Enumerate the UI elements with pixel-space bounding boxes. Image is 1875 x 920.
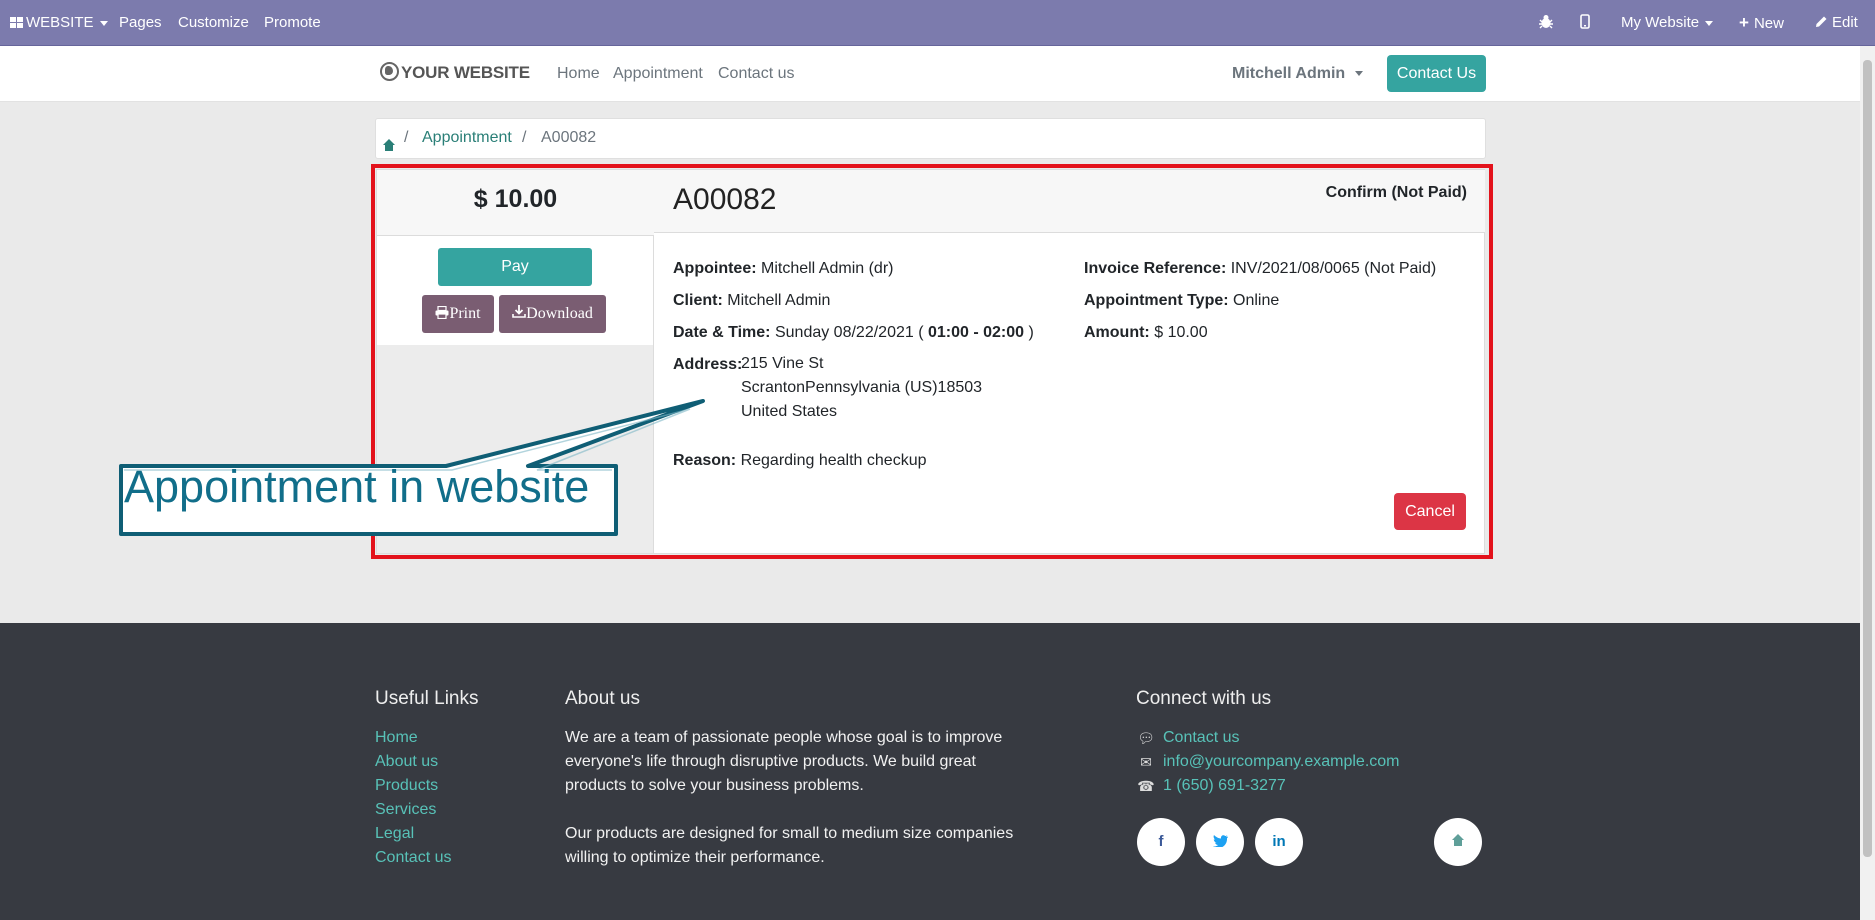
user-name: Mitchell Admin: [1232, 65, 1346, 82]
breadcrumb: / Appointment / A00082: [375, 118, 1486, 159]
website-menu-label: WEBSITE: [26, 14, 94, 31]
bug-icon: [1539, 15, 1553, 29]
linkedin-icon: in: [1272, 833, 1286, 850]
about-text: We are a team of passionate people whose…: [565, 726, 1025, 894]
new-button[interactable]: + New: [1739, 0, 1784, 46]
footer-link-legal[interactable]: Legal: [375, 822, 451, 846]
mobile-icon: [1580, 14, 1590, 29]
debug-button[interactable]: [1539, 0, 1553, 46]
connect-phone-label: 1 (650) 691-3277: [1163, 777, 1286, 794]
about-paragraph: We are a team of passionate people whose…: [565, 729, 1003, 794]
footer-link-about-us[interactable]: About us: [375, 750, 451, 774]
footer-link-products[interactable]: Products: [375, 774, 451, 798]
pencil-icon: [1816, 16, 1827, 27]
nav-home[interactable]: Home: [557, 65, 600, 83]
about-paragraph: Our products are designed for small to m…: [565, 825, 1014, 866]
linkedin-button[interactable]: in: [1255, 818, 1303, 866]
breadcrumb-separator: /: [404, 129, 409, 146]
footer-link-contact-us[interactable]: Contact us: [375, 846, 451, 870]
home-icon: [382, 139, 396, 151]
site-footer: Useful Links Home About us Products Serv…: [0, 623, 1860, 920]
connect-title: Connect with us: [1136, 688, 1272, 709]
facebook-icon: f: [1158, 833, 1164, 850]
promote-menu[interactable]: Promote: [264, 0, 321, 46]
contact-us-button[interactable]: Contact Us: [1387, 55, 1486, 92]
breadcrumb-appointment[interactable]: Appointment: [422, 129, 512, 147]
breadcrumb-current: A00082: [541, 129, 597, 146]
globe-icon: [380, 62, 399, 81]
chevron-down-icon: [1705, 20, 1714, 26]
edit-label: Edit: [1832, 14, 1858, 31]
site-logo-text: YOUR WEBSITE: [401, 63, 530, 82]
home-icon: [1451, 834, 1465, 846]
callout-text: Appointment in website: [124, 461, 590, 512]
connect-contact-us[interactable]: 💬︎ Contact us: [1137, 726, 1400, 750]
page-scrollbar[interactable]: [1860, 46, 1875, 920]
footer-link-services[interactable]: Services: [375, 798, 451, 822]
twitter-icon: [1212, 835, 1228, 848]
my-website-label: My Website: [1621, 14, 1700, 31]
admin-navbar: WEBSITE Pages Customize Promote My Websi…: [0, 0, 1875, 46]
website-menu[interactable]: WEBSITE: [10, 0, 108, 46]
footer-link-home[interactable]: Home: [375, 726, 451, 750]
breadcrumb-separator: /: [522, 129, 527, 146]
connect-contact-label: Contact us: [1163, 729, 1240, 746]
chevron-down-icon: [1355, 71, 1364, 77]
connect-email-label: info@yourcompany.example.com: [1163, 753, 1400, 770]
apps-grid-icon: [10, 17, 23, 28]
nav-contact-us[interactable]: Contact us: [718, 65, 794, 83]
twitter-button[interactable]: [1196, 818, 1244, 866]
mobile-preview-button[interactable]: [1580, 0, 1590, 46]
comment-icon: 💬︎: [1137, 730, 1155, 746]
site-logo[interactable]: YOUR WEBSITE: [380, 62, 530, 83]
connect-list: 💬︎ Contact us ✉︎ info@yourcompany.example.…: [1137, 726, 1400, 798]
about-title: About us: [565, 688, 640, 709]
home-social-button[interactable]: [1434, 818, 1482, 866]
website-header: YOUR WEBSITE Home Appointment Contact us…: [0, 46, 1860, 102]
user-menu[interactable]: Mitchell Admin: [1232, 65, 1364, 83]
envelope-icon: ✉︎: [1140, 754, 1152, 770]
facebook-button[interactable]: f: [1137, 818, 1185, 866]
phone-icon: ☎︎: [1137, 778, 1155, 794]
scrollbar-thumb[interactable]: [1863, 60, 1872, 857]
connect-phone[interactable]: ☎︎ 1 (650) 691-3277: [1137, 774, 1400, 798]
chevron-down-icon: [99, 20, 108, 26]
my-website-menu[interactable]: My Website: [1621, 0, 1714, 46]
new-label: New: [1753, 15, 1784, 32]
plus-icon: +: [1739, 13, 1749, 32]
customize-menu[interactable]: Customize: [178, 0, 249, 46]
connect-email[interactable]: ✉︎ info@yourcompany.example.com: [1137, 750, 1400, 774]
pages-menu[interactable]: Pages: [119, 0, 162, 46]
nav-appointment[interactable]: Appointment: [613, 65, 703, 83]
edit-button[interactable]: Edit: [1815, 0, 1858, 46]
useful-links-list: Home About us Products Services Legal Co…: [375, 726, 451, 870]
useful-links-title: Useful Links: [375, 688, 479, 709]
